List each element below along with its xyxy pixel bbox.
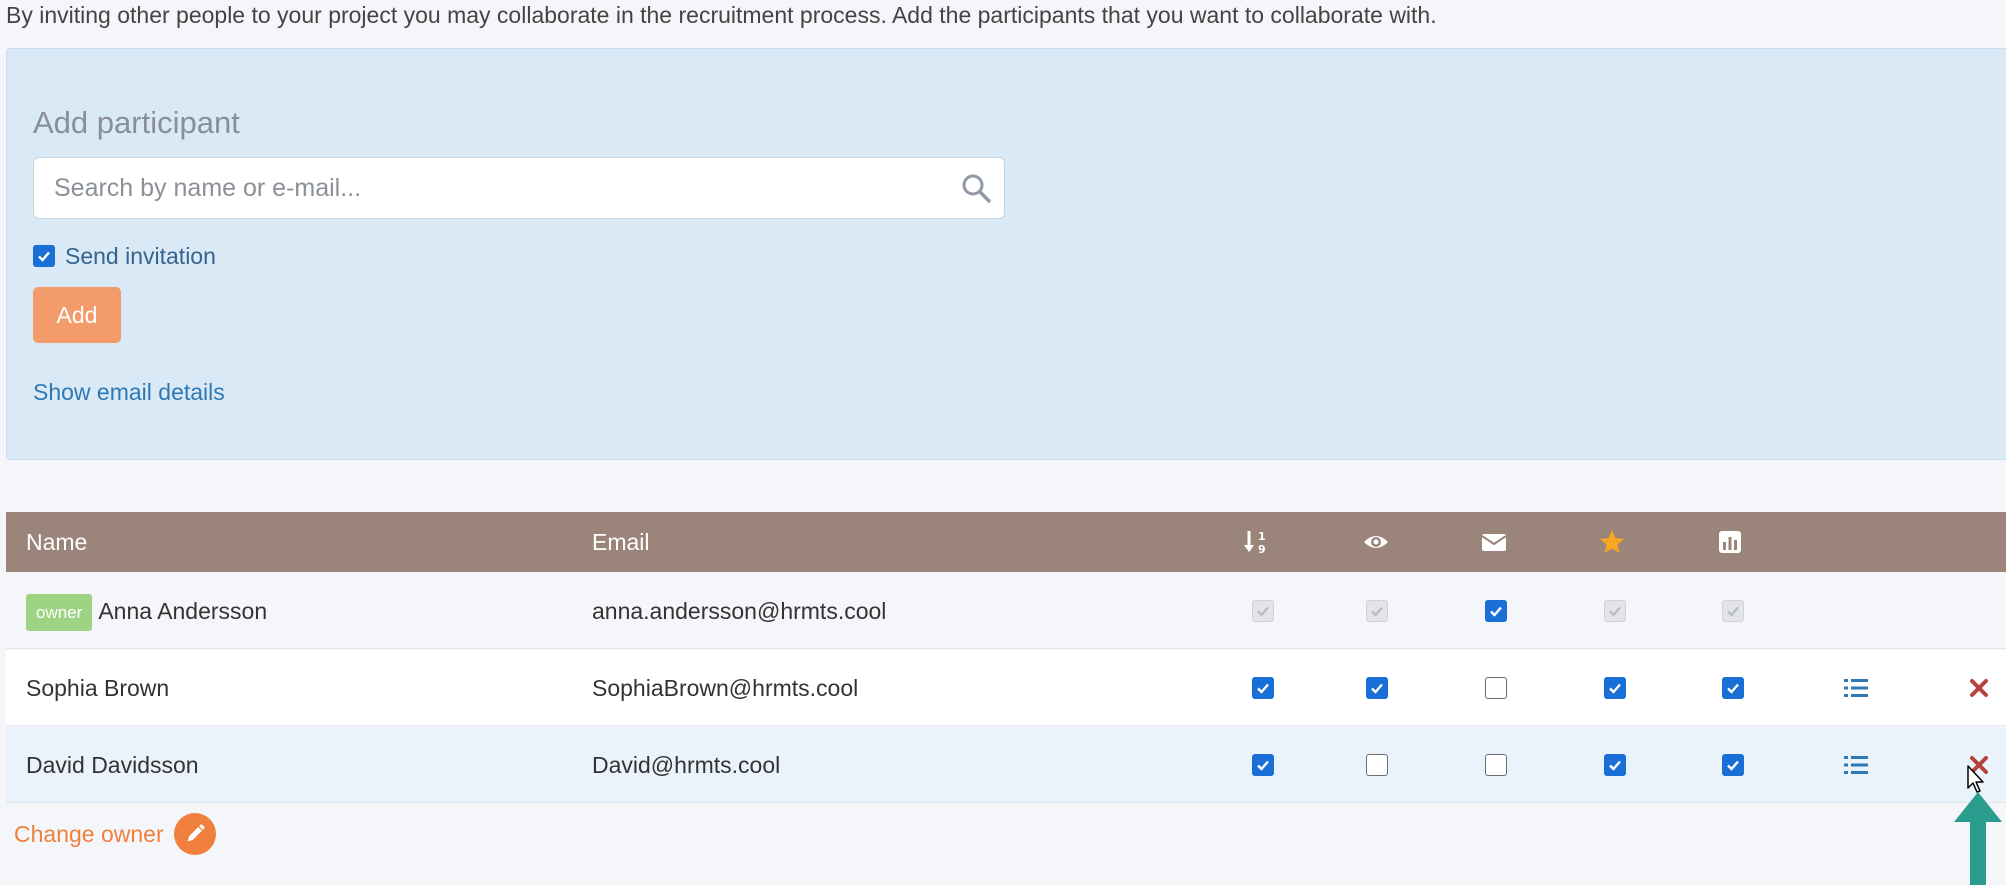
search-input[interactable]	[34, 158, 934, 218]
permission-checkbox-view[interactable]	[1366, 754, 1388, 776]
add-participant-panel: Add participant Send invitation Add Show…	[6, 48, 2006, 460]
participant-email: David@hrmts.cool	[592, 752, 781, 778]
check-icon	[1371, 683, 1383, 694]
annotation-arrow-icon	[1954, 792, 2002, 885]
check-icon	[1727, 760, 1739, 771]
permission-checkbox-star	[1604, 600, 1626, 622]
permission-checkbox-stats	[1722, 600, 1744, 622]
search-box	[33, 157, 1005, 219]
permission-checkbox-email[interactable]	[1485, 677, 1507, 699]
permission-checkbox-sort[interactable]	[1252, 754, 1274, 776]
permission-checkbox-star[interactable]	[1604, 677, 1626, 699]
permission-checkbox-email[interactable]	[1485, 600, 1507, 622]
permission-checkbox-stats[interactable]	[1722, 677, 1744, 699]
permission-checkbox-sort	[1252, 600, 1274, 622]
pencil-icon[interactable]	[173, 813, 216, 855]
change-owner-label[interactable]: Change owner	[14, 821, 164, 848]
permission-checkbox-star[interactable]	[1604, 754, 1626, 776]
sort-numeric-icon[interactable]: 1 9	[1242, 528, 1270, 556]
owner-badge: owner	[26, 594, 93, 632]
send-invitation-label[interactable]: Send invitation	[65, 243, 216, 270]
permission-checkbox-email[interactable]	[1485, 754, 1507, 776]
permission-checkbox-stats[interactable]	[1722, 754, 1744, 776]
send-invitation-row: Send invitation	[33, 241, 216, 271]
check-icon	[1727, 606, 1739, 617]
svg-text:9: 9	[1258, 543, 1266, 556]
column-header-name[interactable]: Name	[26, 512, 87, 572]
check-icon	[1609, 683, 1621, 694]
change-owner-link[interactable]: Change owner	[14, 813, 216, 855]
table-header: Name Email 1 9	[6, 512, 2006, 572]
check-icon	[1490, 606, 1502, 617]
table-row: owner Anna Andersson anna.andersson@hrmts…	[6, 573, 2006, 649]
participant-email: anna.andersson@hrmts.cool	[592, 598, 887, 624]
panel-title: Add participant	[33, 105, 240, 140]
check-icon	[38, 251, 50, 262]
participant-name: Sophia Brown	[26, 675, 170, 701]
check-icon	[1257, 606, 1269, 617]
check-icon	[1609, 760, 1621, 771]
envelope-icon[interactable]	[1480, 528, 1508, 556]
permission-checkbox-view[interactable]	[1366, 677, 1388, 699]
table-row: David Davidsson David@hrmts.cool	[6, 727, 2006, 803]
check-icon	[1371, 606, 1383, 617]
bar-chart-icon[interactable]	[1716, 528, 1744, 556]
permission-checkbox-sort[interactable]	[1252, 677, 1274, 699]
show-email-details-link[interactable]: Show email details	[33, 379, 225, 406]
name-cell: owner Anna Andersson	[26, 573, 267, 649]
delete-icon[interactable]	[1966, 676, 1992, 700]
check-icon	[1609, 606, 1621, 617]
check-icon	[1727, 683, 1739, 694]
search-icon[interactable]	[960, 172, 992, 204]
participant-name: Anna Andersson	[98, 598, 268, 624]
star-icon[interactable]	[1598, 528, 1626, 556]
table-row: Sophia Brown SophiaBrown@hrmts.cool	[6, 650, 2006, 726]
check-icon	[1257, 683, 1269, 694]
send-invitation-checkbox[interactable]	[33, 245, 55, 267]
check-icon	[1257, 760, 1269, 771]
list-icon[interactable]	[1843, 753, 1869, 777]
column-header-email[interactable]: Email	[592, 512, 650, 572]
permission-checkbox-view	[1366, 600, 1388, 622]
eye-icon[interactable]	[1362, 528, 1390, 556]
list-icon[interactable]	[1843, 676, 1869, 700]
add-button[interactable]: Add	[33, 287, 121, 343]
participant-name: David Davidsson	[26, 752, 199, 778]
pencil-glyph	[187, 824, 205, 842]
svg-text:1: 1	[1258, 530, 1266, 543]
intro-text: By inviting other people to your project…	[6, 2, 1437, 28]
participant-email: SophiaBrown@hrmts.cool	[592, 675, 859, 701]
